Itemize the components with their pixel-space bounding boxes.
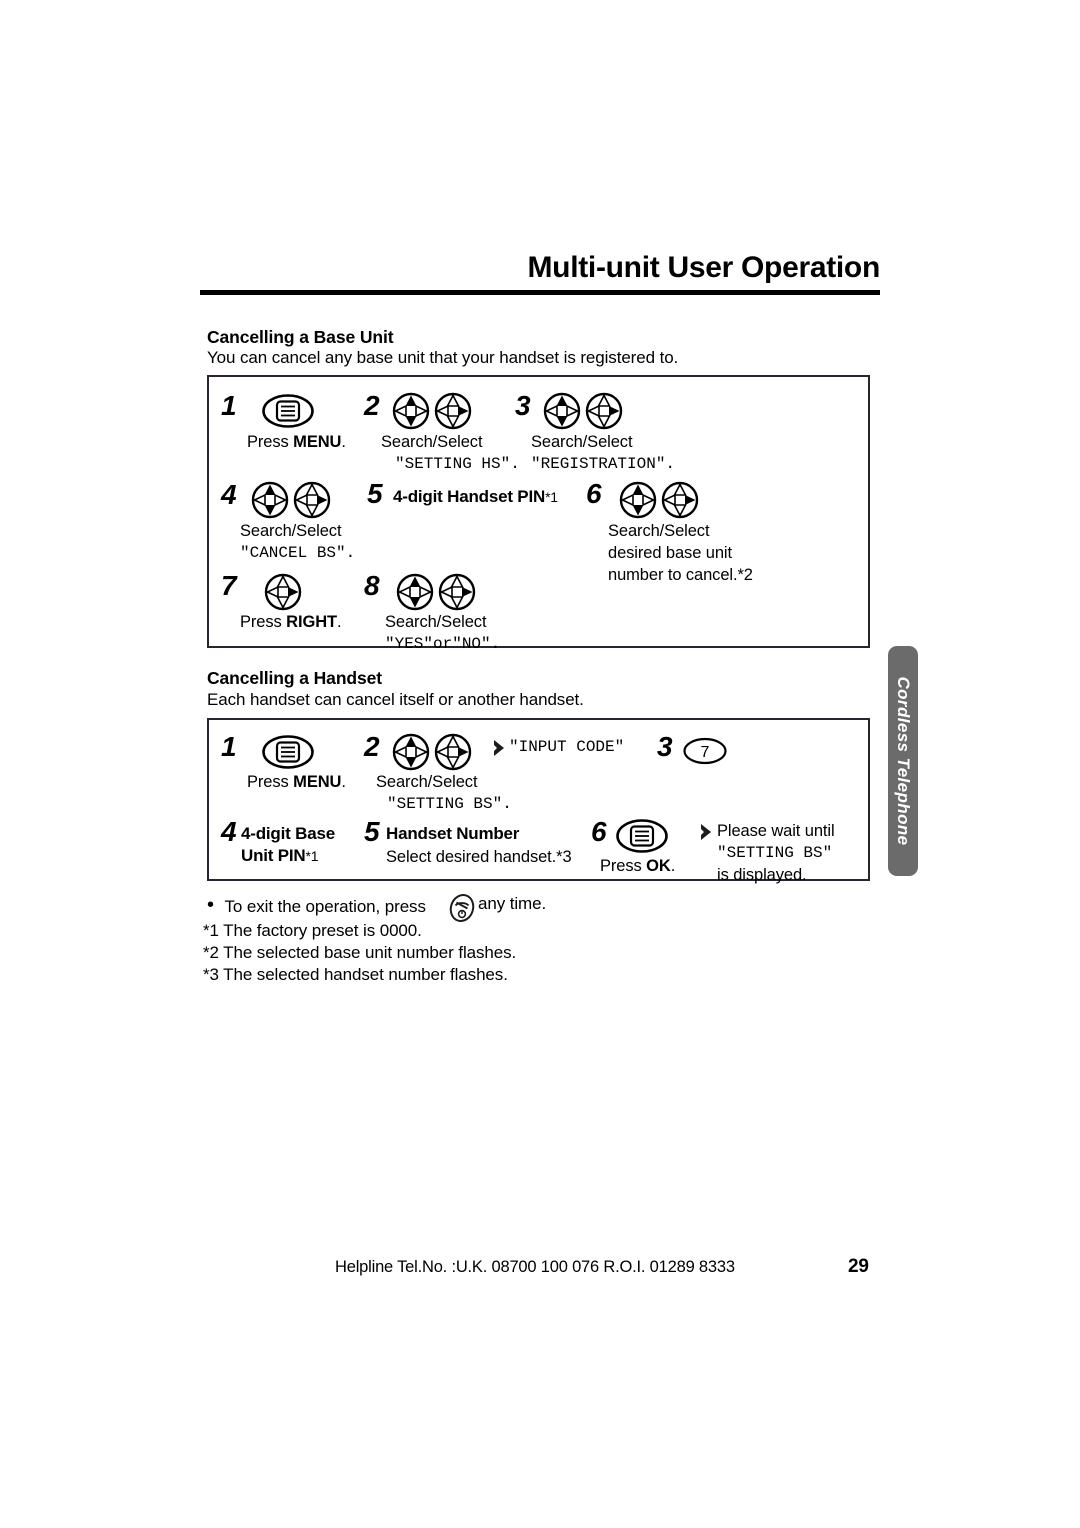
step-label: Search/Select (376, 773, 478, 791)
step-label: Search/Select (381, 433, 483, 451)
footnote-item-3: *3 The selected handset number flashes. (203, 965, 508, 984)
nav-updown-then-right-icon[interactable] (542, 391, 626, 436)
step-number: 3 (657, 731, 673, 762)
step-label-line3: number to cancel.*2 (608, 566, 753, 584)
side-tab-label: Cordless Telephone (894, 676, 913, 846)
step-display-text: "REGISTRATION". (531, 455, 676, 473)
key-7-icon[interactable]: 7 (683, 737, 727, 770)
section-heading-cancelling-handset: Cancelling a Handset (207, 668, 382, 688)
callout-wait-line2: "SETTING BS" (717, 844, 833, 862)
step-label-line2: desired base unit (608, 544, 732, 562)
step-label: Press MENU. (247, 773, 346, 791)
step-display-text: "CANCEL BS". (240, 544, 356, 562)
section-heading-cancelling-base-unit: Cancelling a Base Unit (207, 327, 394, 347)
step-number: 3 (515, 390, 531, 421)
callout-wait-line3: is displayed. (717, 866, 807, 884)
svg-text:7: 7 (701, 744, 710, 761)
bullet-icon: • (207, 894, 214, 916)
footnote-exit-suffix: any time. (478, 894, 547, 913)
section-intro-cancelling-handset: Each handset can cancel itself or anothe… (207, 690, 584, 709)
header-rule (200, 289, 880, 295)
step-label: Search/Select (608, 522, 710, 540)
step-number: 6 (586, 478, 602, 509)
step-number: 4 (221, 479, 237, 510)
manual-page: Multi-unit User Operation Cancelling a B… (0, 0, 1080, 1528)
section-intro-cancelling-base-unit: You can cancel any base unit that your h… (207, 348, 679, 367)
menu-key-icon[interactable] (616, 819, 668, 858)
arrow-right-marker-icon (492, 739, 506, 762)
step-label-line2: Unit PIN*1 (241, 846, 319, 865)
nav-updown-then-right-icon[interactable] (391, 391, 475, 436)
page-title: Multi-unit User Operation (527, 251, 880, 284)
step-label: 4-digit Handset PIN*1 (393, 487, 558, 506)
footnote-exit-bullet: • To exit the operation, press (207, 894, 426, 916)
step-number: 2 (364, 390, 380, 421)
step-number: 5 (367, 478, 383, 509)
footnote-item-2: *2 The selected base unit number flashes… (203, 943, 517, 962)
nav-right-icon[interactable] (262, 572, 304, 617)
step-label: Search/Select (531, 433, 633, 451)
step-number: 1 (221, 731, 237, 762)
step-display-text: "SETTING HS". (395, 455, 520, 473)
side-tab-cordless-telephone: Cordless Telephone (888, 646, 918, 876)
step-number: 1 (221, 390, 237, 421)
page-header: Multi-unit User Operation (200, 252, 880, 295)
footer-page-number: 29 (848, 1256, 869, 1277)
step-label: Press MENU. (247, 433, 346, 451)
nav-updown-then-right-icon[interactable] (250, 480, 334, 525)
step-number: 2 (364, 731, 380, 762)
step-number: 8 (364, 570, 380, 601)
callout-input-code: "INPUT CODE" (509, 738, 625, 756)
step-number: 5 (364, 816, 380, 847)
step-label: Handset Number (386, 824, 520, 843)
footer-helpline: Helpline Tel.No. :U.K. 08700 100 076 R.O… (335, 1258, 735, 1276)
step-display-text: "SETTING BS". (387, 795, 512, 813)
step-label: Press RIGHT. (240, 613, 342, 631)
step-number: 6 (591, 816, 607, 847)
step-display-text: "YES"or"NO". (385, 635, 501, 653)
steps-box-cancelling-base-unit: 1 Press MENU. 2 Search/Select "SETTING H… (207, 375, 870, 653)
menu-key-icon[interactable] (262, 735, 314, 774)
menu-key-icon[interactable] (262, 394, 314, 433)
step-sub-label: Select desired handset.*3 (386, 848, 572, 866)
nav-updown-then-right-icon[interactable] (395, 572, 479, 617)
arrow-right-marker-icon (699, 823, 713, 846)
footnote-item-1: *1 The factory preset is 0000. (203, 921, 422, 940)
step-label: Search/Select (385, 613, 487, 631)
step-number: 7 (221, 570, 237, 601)
nav-updown-then-right-icon[interactable] (391, 732, 475, 777)
nav-updown-then-right-icon[interactable] (618, 480, 702, 525)
callout-wait-line1: Please wait until (717, 822, 835, 840)
step-label: 4-digit Base (241, 824, 335, 843)
power-off-key-icon[interactable] (445, 893, 479, 928)
steps-box-cancelling-handset: 1 Press MENU. 2 Search/Select "SETTING B… (207, 718, 870, 884)
step-number: 4 (221, 816, 237, 847)
step-label: Search/Select (240, 522, 342, 540)
step-label: Press OK. (600, 857, 676, 875)
